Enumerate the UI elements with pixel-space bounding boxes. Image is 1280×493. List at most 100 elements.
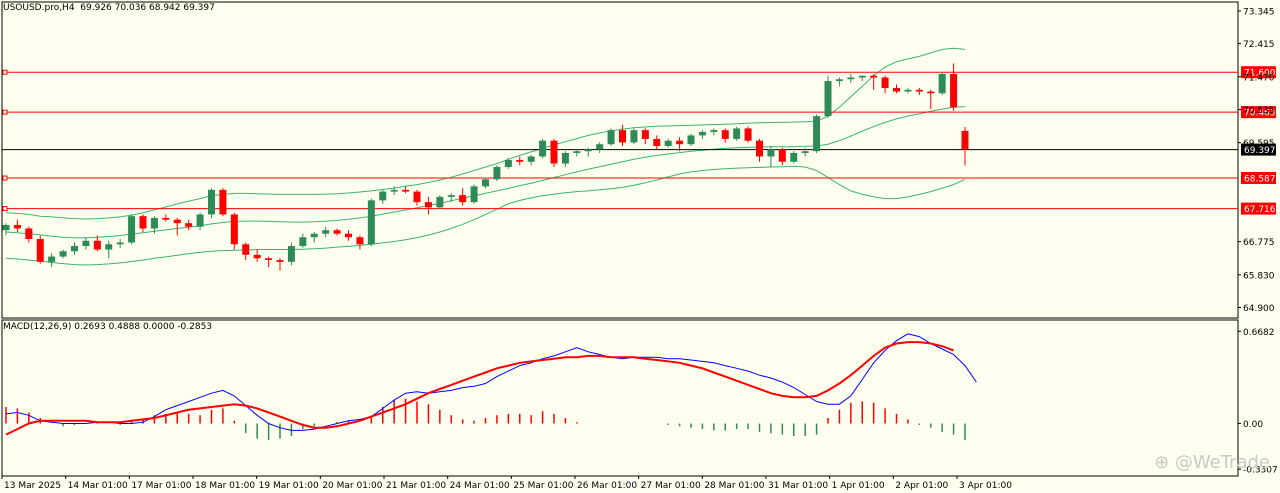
candle-body [550, 140, 558, 164]
ohlc-label: 69.926 70.036 68.942 69.397 [80, 3, 215, 13]
candle-body [424, 202, 432, 208]
price-tick-label: 70.535 [1243, 106, 1275, 116]
candle [813, 114, 821, 153]
candle-body [881, 77, 889, 89]
candle [607, 128, 615, 146]
candle [356, 235, 364, 250]
candle-body [904, 89, 912, 92]
candle-body [824, 81, 832, 117]
candle-body [367, 200, 375, 245]
time-tick-label: 1 Apr 01:00 [832, 481, 885, 491]
candle-body [253, 254, 261, 259]
candle [265, 256, 273, 268]
candle-body [539, 140, 547, 157]
candle-body [139, 216, 147, 229]
hline-handle[interactable] [2, 206, 8, 212]
time-tick-label: 2 Apr 01:00 [895, 481, 948, 491]
candle [561, 151, 569, 168]
candle-body [59, 251, 67, 257]
axes: 71.60070.46368.58767.71669.39773.34572.4… [1, 7, 1278, 491]
symbol-label: USOUSD.pro,H4 [3, 3, 75, 13]
candle-body [733, 128, 741, 139]
bollinger-bands [5, 47, 966, 266]
candle-body [653, 138, 661, 146]
candle [208, 188, 215, 218]
hline-handle[interactable] [2, 69, 8, 75]
chart-header: USOUSD.pro,H4 69.926 70.036 68.942 69.39… [3, 3, 215, 13]
candle-body [2, 224, 10, 231]
candle-body [596, 144, 604, 150]
time-tick-label: 25 Mar 01:00 [513, 481, 573, 491]
candle [413, 189, 421, 206]
time-tick-label: 24 Mar 01:00 [450, 481, 510, 491]
candle-body [13, 224, 21, 229]
time-tick-label: 21 Mar 01:00 [386, 481, 446, 491]
price-tick-label: 66.775 [1243, 238, 1275, 248]
candle [230, 212, 238, 250]
candle-body [619, 130, 626, 143]
time-tick-label: 26 Mar 01:00 [577, 481, 637, 491]
candle-body [230, 214, 238, 245]
watermark: ⊕ @WeTrade [1154, 452, 1270, 473]
candle-body [219, 189, 227, 215]
macd-pane-border [1, 319, 1239, 477]
candle [173, 217, 181, 236]
candle [881, 75, 889, 94]
candle [573, 149, 581, 157]
price-tick-label: 64.900 [1243, 304, 1275, 314]
candle [790, 151, 798, 164]
time-tick-label: 27 Mar 01:00 [641, 481, 701, 491]
candle-body [196, 214, 204, 227]
candle-body [915, 89, 923, 92]
candle-body [630, 130, 638, 143]
macd-tick-label: 0.6682 [1243, 328, 1275, 338]
candle [664, 138, 672, 148]
watermark-text: @WeTrade [1174, 452, 1270, 473]
candle [322, 226, 330, 238]
candle-body [527, 156, 535, 162]
candle-body [242, 244, 250, 255]
candle-body [36, 239, 44, 262]
candle [128, 214, 136, 245]
candle [778, 147, 786, 166]
candle-body [516, 160, 524, 162]
candle [904, 88, 912, 94]
candle-body [173, 219, 181, 224]
candle-body [504, 160, 512, 168]
candle-body [790, 152, 798, 162]
price-tick-label: 72.415 [1243, 40, 1275, 50]
chart-window: 71.600 70.463 68.587 67.716 69.397 73.345 72.4… [0, 0, 1280, 493]
candle [310, 231, 318, 243]
candle-body [961, 130, 969, 150]
candle [333, 228, 341, 236]
time-tick-label: 19 Mar 01:00 [259, 481, 319, 491]
candle [961, 126, 969, 166]
candle [299, 233, 307, 248]
candle-body [333, 230, 341, 234]
hline-handle[interactable] [2, 109, 8, 115]
candle [733, 126, 741, 141]
candle-body [858, 75, 866, 78]
hline-handle[interactable] [2, 175, 8, 181]
price-tick-label: 71.470 [1243, 73, 1275, 83]
candle [116, 239, 124, 248]
candle-body [93, 240, 101, 250]
candle-body [938, 73, 946, 94]
candle-body [116, 242, 124, 245]
candle [59, 249, 67, 259]
candle-body [105, 244, 113, 250]
candle-body [447, 195, 455, 197]
time-tick-label: 20 Mar 01:00 [322, 481, 382, 491]
candle-body [710, 130, 718, 132]
candle-body [470, 186, 478, 203]
candle [938, 72, 946, 96]
candle [71, 242, 78, 255]
candle-body [813, 116, 821, 152]
candle-body [208, 189, 215, 215]
candle [379, 189, 387, 204]
chart-frame [1, 1, 1239, 477]
time-tick-label: 13 Mar 2025 [4, 481, 61, 491]
candle-body [265, 258, 273, 261]
candle [721, 128, 729, 143]
candle-body [71, 246, 78, 252]
